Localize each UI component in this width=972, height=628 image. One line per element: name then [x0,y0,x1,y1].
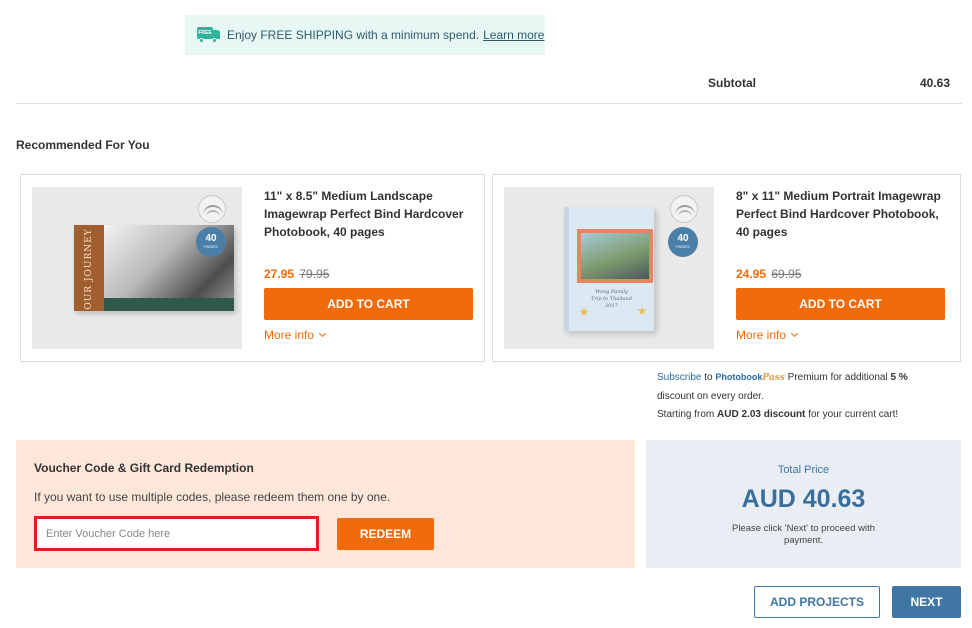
cover-title: OUR JOURNEY [84,228,94,310]
free-shipping-truck-icon: FREE [197,27,221,43]
price-row: 27.95 79.95 [264,267,474,281]
brand-name: Photobook [715,372,763,382]
subscription-note: Subscribe to PhotobookPass Premium for a… [657,368,957,425]
chevron-down-icon [318,329,327,338]
voucher-title: Voucher Code & Gift Card Redemption [34,461,254,475]
total-price-value: AUD 40.63 [741,485,866,513]
total-panel: Total Price AUD 40.63 Please click 'Next… [646,440,961,568]
cart-text: for your current cart! [808,409,899,420]
subtotal-value: 40.63 [919,76,950,90]
photobook-cover: Wong Family Trip to Thailand 2017 [564,207,654,331]
more-info-link[interactable]: More info [264,328,474,342]
brand-pass: Pass [762,373,785,383]
add-projects-button[interactable]: ADD PROJECTS [754,586,880,618]
shipping-banner: FREE Enjoy FREE SHIPPING with a minimum … [185,15,545,55]
subscribe-link[interactable]: Subscribe [657,372,701,383]
premium-text: Premium for additional [787,372,888,383]
redeem-button[interactable]: REDEEM [337,518,434,550]
product-card: OUR JOURNEY 40 PAGES 11" x 8.5" Medium L… [20,174,485,362]
add-to-cart-button[interactable]: ADD TO CART [264,288,473,320]
product-image[interactable]: OUR JOURNEY 40 PAGES [32,187,242,349]
voucher-panel: Voucher Code & Gift Card Redemption If y… [16,440,635,568]
truck-icon-label: FREE [197,27,213,39]
product-title[interactable]: 11" x 8.5" Medium Landscape Imagewrap Pe… [264,187,474,263]
discount-percent: 5 % [890,372,908,383]
pages-badge: 40 PAGES [668,227,698,257]
discount-amount: AUD 2.03 discount [717,409,806,420]
current-price: 24.95 [736,267,767,281]
starting-from-text: Starting from [657,409,715,420]
cover-line: Wong Family [595,289,628,295]
product-image[interactable]: Wong Family Trip to Thailand 2017 40 PAG… [504,187,714,349]
more-info-link[interactable]: More info [736,328,946,342]
voucher-code-input[interactable] [34,516,319,551]
current-price: 27.95 [264,267,295,281]
pages-badge: 40 PAGES [196,227,226,257]
page-flip-icon[interactable] [670,195,698,223]
total-note: Please click 'Next' to proceed with paym… [731,523,876,546]
subscribe-to-text: to [704,372,713,383]
cover-line: Trip to Thailand [591,296,632,302]
chevron-down-icon [790,329,799,338]
pages-badge-number: 40 [677,233,689,244]
subtotal-label: Subtotal [708,76,756,90]
pages-badge-number: 40 [205,233,217,244]
price-row: 24.95 69.95 [736,267,946,281]
discount-text: discount on every order. [657,390,764,402]
learn-more-link[interactable]: Learn more [483,28,544,42]
next-button[interactable]: NEXT [892,586,961,618]
add-to-cart-button[interactable]: ADD TO CART [736,288,945,320]
product-card: Wong Family Trip to Thailand 2017 40 PAG… [492,174,961,362]
pages-badge-label: PAGES [204,244,218,249]
recommended-title: Recommended For You [16,138,150,152]
page-flip-icon[interactable] [198,195,226,223]
more-info-label: More info [264,328,315,342]
photobook-pass-logo: PhotobookPass [715,372,785,383]
product-title[interactable]: 8" x 11" Medium Portrait Imagewrap Perfe… [736,187,946,263]
subtotal-row: Subtotal 40.63 [16,76,962,104]
original-price: 79.95 [299,267,330,281]
shipping-banner-text: Enjoy FREE SHIPPING with a minimum spend… [227,28,480,42]
original-price: 69.95 [771,267,802,281]
pages-badge-label: PAGES [676,244,690,249]
total-price-label: Total Price [777,464,830,476]
voucher-description: If you want to use multiple codes, pleas… [34,490,391,504]
more-info-label: More info [736,328,787,342]
